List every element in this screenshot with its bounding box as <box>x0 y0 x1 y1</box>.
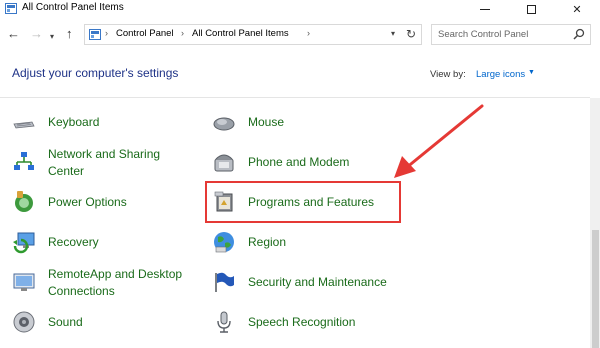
chevron-down-icon[interactable]: ▼ <box>528 69 535 76</box>
breadcrumb-separator-icon[interactable]: › <box>307 28 310 38</box>
power-options-icon <box>15 191 33 212</box>
up-arrow-icon[interactable]: ↑ <box>66 26 73 42</box>
breadcrumb-separator-icon[interactable]: › <box>181 28 184 38</box>
forward-arrow-icon[interactable]: → <box>30 26 43 42</box>
item-mouse[interactable]: Mouse <box>212 104 392 140</box>
keyboard-icon <box>13 121 35 129</box>
item-region[interactable]: Region <box>212 224 392 260</box>
minimize-button[interactable] <box>462 0 508 18</box>
sound-icon <box>13 311 35 333</box>
item-network-sharing[interactable]: Network and Sharing Center <box>12 144 192 184</box>
item-keyboard[interactable]: Keyboard <box>12 104 192 140</box>
security-maintenance-flag-icon <box>215 272 234 292</box>
breadcrumb-separator-icon: › <box>105 28 108 38</box>
close-icon: ✕ <box>572 3 582 16</box>
mouse-icon <box>213 117 235 131</box>
view-by-label: View by: <box>430 69 466 80</box>
window-title: All Control Panel Items <box>22 2 124 13</box>
item-security-maintenance[interactable]: Security and Maintenance <box>212 264 402 300</box>
control-panel-icon <box>89 29 101 40</box>
item-phone-modem[interactable]: Phone and Modem <box>212 144 392 180</box>
item-label-line1[interactable]: Network and Sharing <box>48 146 160 162</box>
navigation-bar: ← → ▾ ↑ › Control Panel › All Control Pa… <box>0 22 600 48</box>
item-label[interactable]: Security and Maintenance <box>248 274 387 290</box>
breadcrumb-control-panel[interactable]: Control Panel <box>116 28 174 39</box>
item-sound[interactable]: Sound <box>12 304 192 340</box>
item-label-line1[interactable]: RemoteApp and Desktop <box>48 266 182 282</box>
view-by-dropdown[interactable]: Large icons <box>476 69 525 80</box>
item-label[interactable]: Power Options <box>48 194 127 210</box>
remoteapp-icon <box>13 273 35 291</box>
item-speech-recognition[interactable]: Speech Recognition <box>212 304 392 340</box>
item-remoteapp[interactable]: RemoteApp and Desktop Connections <box>12 264 202 304</box>
item-label[interactable]: Mouse <box>248 114 284 130</box>
item-label-line2[interactable]: Connections <box>48 283 115 299</box>
item-label[interactable]: Recovery <box>48 234 99 250</box>
annotation-arrow-icon <box>394 104 484 178</box>
network-icon <box>14 152 34 170</box>
recovery-icon <box>13 232 35 254</box>
highlight-box <box>205 181 401 223</box>
search-icon[interactable] <box>573 28 585 40</box>
address-dropdown-icon[interactable]: ▾ <box>391 29 395 38</box>
minimize-icon <box>480 8 490 10</box>
item-label[interactable]: Keyboard <box>48 114 99 130</box>
maximize-icon <box>526 4 536 14</box>
recent-locations-chevron-icon[interactable]: ▾ <box>50 29 54 45</box>
item-label[interactable]: Sound <box>48 314 83 330</box>
item-power-options[interactable]: Power Options <box>12 184 192 220</box>
control-panel-icon <box>5 3 17 14</box>
title-bar: All Control Panel Items ✕ <box>0 0 600 18</box>
maximize-button[interactable] <box>508 0 554 18</box>
page-heading: Adjust your computer's settings <box>12 66 179 80</box>
region-icon <box>214 232 234 253</box>
search-input[interactable]: Search Control Panel <box>438 29 528 40</box>
item-recovery[interactable]: Recovery <box>12 224 192 260</box>
item-label[interactable]: Phone and Modem <box>248 154 349 170</box>
item-label[interactable]: Region <box>248 234 286 250</box>
address-bar[interactable]: › Control Panel › All Control Panel Item… <box>84 24 422 45</box>
item-label-line2[interactable]: Center <box>48 163 84 179</box>
refresh-icon[interactable]: ↻ <box>406 27 416 41</box>
close-button[interactable]: ✕ <box>554 0 600 18</box>
back-arrow-icon[interactable]: ← <box>7 26 20 42</box>
scrollbar-thumb[interactable] <box>592 230 599 348</box>
search-box[interactable]: Search Control Panel <box>431 24 591 45</box>
item-label[interactable]: Speech Recognition <box>248 314 355 330</box>
phone-modem-icon <box>214 154 234 172</box>
microphone-icon <box>217 311 231 333</box>
divider <box>0 97 590 98</box>
breadcrumb-all-items[interactable]: All Control Panel Items <box>192 28 289 39</box>
